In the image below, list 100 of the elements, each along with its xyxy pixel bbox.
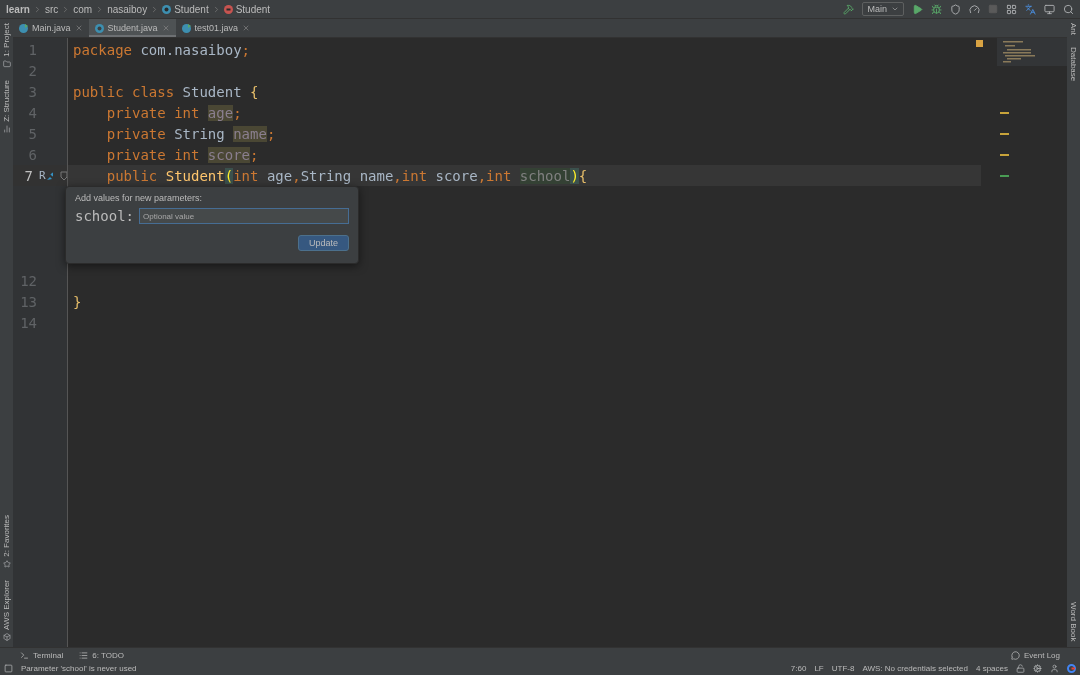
tool-window-button[interactable]: Terminal <box>20 650 64 660</box>
code-token: age <box>207 104 234 121</box>
class-icon <box>94 23 104 33</box>
code-token: score <box>207 146 250 163</box>
close-icon[interactable] <box>161 24 170 32</box>
lock-icon[interactable] <box>1016 664 1025 673</box>
project-structure-icon[interactable] <box>1006 3 1017 15</box>
inspection-marker[interactable] <box>1000 153 1009 156</box>
status-item[interactable]: 4 spaces <box>975 664 1008 673</box>
value-field[interactable]: Optional value <box>139 208 349 224</box>
breadcrumb[interactable]: Student <box>223 3 271 15</box>
class-icon <box>162 4 172 14</box>
inspection-marker[interactable] <box>1000 132 1009 135</box>
code-token: private <box>105 125 167 142</box>
status-message: Parameter 'school' is never used <box>21 664 137 673</box>
tool-window-label[interactable]: Word Book <box>1069 601 1078 641</box>
window-icon[interactable] <box>1044 3 1055 15</box>
editor-tab[interactable]: test01.java <box>175 19 257 37</box>
tool-window-label[interactable]: Ant <box>1069 23 1078 35</box>
code-token: private int <box>105 146 201 163</box>
colorful-circle-icon[interactable] <box>1067 664 1076 673</box>
run-icon[interactable] <box>912 3 923 15</box>
run-configuration-dropdown[interactable]: Main <box>862 2 904 16</box>
code-token: score <box>435 167 478 184</box>
code-token: name <box>359 167 394 184</box>
code-token: int <box>486 167 513 184</box>
cube-icon[interactable] <box>2 633 11 641</box>
code-token: int <box>401 167 429 184</box>
code-token: { <box>250 83 259 100</box>
code-token: package <box>73 41 133 58</box>
tool-window-label[interactable]: AWS Explorer <box>2 580 11 630</box>
code-token: ( <box>224 167 234 184</box>
code-token: ; <box>250 146 259 163</box>
code-token: public class <box>73 83 176 100</box>
person-icon[interactable] <box>1050 664 1059 673</box>
breadcrumb[interactable]: com <box>73 3 93 15</box>
tool-window-label[interactable]: 2: Favorites <box>2 515 11 558</box>
inspection-marker[interactable] <box>1000 174 1009 177</box>
hammer-icon[interactable] <box>843 3 855 15</box>
code-token: , <box>292 167 301 184</box>
status-item[interactable]: LF <box>814 664 824 673</box>
code-token: Student <box>165 167 225 184</box>
search-icon[interactable] <box>1063 3 1074 15</box>
editor-tab[interactable]: Main.java <box>13 19 89 37</box>
code-token: ; <box>233 104 242 121</box>
parameter-label: school: <box>75 208 134 224</box>
code-token: ) <box>570 167 579 184</box>
method-icon <box>223 4 233 14</box>
status-item[interactable]: UTF-8 <box>831 664 855 673</box>
breadcrumb[interactable]: nasaiboy <box>107 3 148 15</box>
code-token: String <box>174 125 226 142</box>
breadcrumb[interactable]: src <box>44 3 59 15</box>
folder-icon[interactable] <box>2 59 11 68</box>
update-button[interactable]: Update <box>297 235 349 251</box>
panel-toggle-icon[interactable] <box>4 664 13 673</box>
status-item[interactable]: 7:60 <box>790 664 807 673</box>
speech-bubble-icon <box>1010 650 1020 660</box>
status-item[interactable]: AWS: No credentials selected <box>862 664 968 673</box>
tool-window-label[interactable]: Z: Structure <box>2 79 11 122</box>
code-token: school <box>519 167 571 184</box>
debug-icon[interactable] <box>931 3 942 15</box>
close-icon[interactable] <box>74 24 83 32</box>
code-token: name <box>233 125 267 142</box>
gear-icon[interactable] <box>1033 664 1042 673</box>
code-token: , <box>477 167 487 184</box>
tool-window-label[interactable]: Database <box>1069 47 1078 82</box>
code-token: private int <box>105 104 201 121</box>
gutter-marker[interactable]: R <box>39 169 46 182</box>
breadcrumb[interactable]: Student <box>162 3 209 15</box>
code-token: Student <box>182 83 243 100</box>
runnable-class-icon <box>181 23 191 33</box>
code-token: { <box>578 167 588 184</box>
tool-window-button[interactable]: 6: TODO <box>79 650 124 660</box>
parameter-hint-icon[interactable] <box>46 171 54 180</box>
event-log-button[interactable]: Event Log <box>1010 650 1060 660</box>
runnable-class-icon <box>19 23 28 33</box>
caret-icon <box>891 5 899 13</box>
profiler-icon[interactable] <box>969 3 980 15</box>
structure-icon[interactable] <box>2 124 11 133</box>
editor-tab[interactable]: Student.java <box>88 19 176 37</box>
fold-icon[interactable] <box>60 170 67 181</box>
code-token: public <box>105 167 159 184</box>
code-token: } <box>73 293 82 310</box>
terminal-icon <box>20 650 29 660</box>
breadcrumb[interactable]: learn <box>6 3 30 15</box>
popup-title: Add values for new parameters: <box>75 193 204 203</box>
code-token: int <box>233 167 260 184</box>
code-token: , <box>393 167 402 184</box>
close-icon[interactable] <box>242 24 251 32</box>
translate-icon[interactable] <box>1025 3 1036 15</box>
list-icon <box>79 650 89 660</box>
inspection-marker[interactable] <box>1000 111 1009 114</box>
coverage-icon[interactable] <box>950 3 961 15</box>
code-token: com.nasaiboy <box>140 41 242 58</box>
star-icon[interactable] <box>2 560 11 569</box>
tool-window-label[interactable]: 1: Project <box>2 23 11 57</box>
code-token: String <box>300 167 353 184</box>
code-token: ; <box>266 125 276 142</box>
code-token: ; <box>241 41 251 58</box>
code-token: age <box>266 167 293 184</box>
